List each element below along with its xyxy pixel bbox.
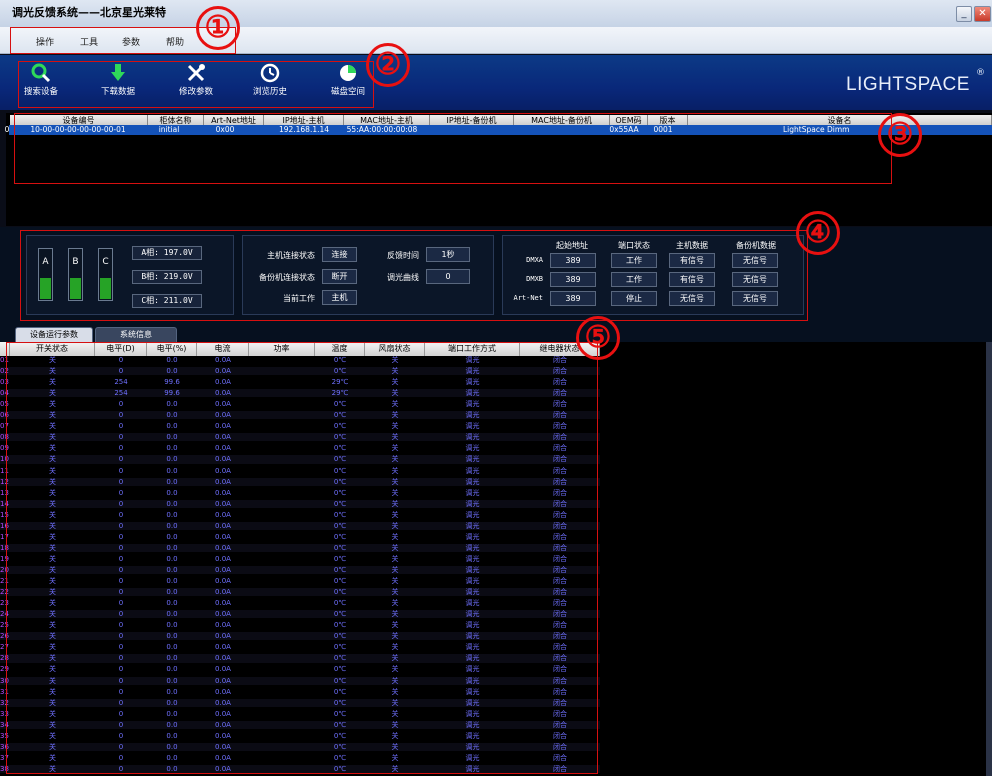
registered-mark: ® [976,68,985,78]
annotation-marker-5: ⑤ [576,316,620,360]
annotation-marker-3: ③ [878,113,922,157]
tab-system-info[interactable]: 系统信息 [95,327,177,342]
annotation-marker-4: ④ [796,211,840,255]
close-button[interactable]: ✕ [974,6,991,22]
tab-run-params[interactable]: 设备运行参数 [15,327,93,342]
annotation-box-5 [6,342,598,774]
title-bar: 调光反馈系统——北京星光莱特 _ ✕ [0,0,992,27]
annotation-box-2 [18,61,374,108]
annotation-box-4 [20,230,808,321]
annotation-marker-1: ① [196,6,240,50]
brand-logo: LIGHTSPACE [846,74,970,95]
annotation-box-3 [14,113,892,184]
tab-bar: 设备运行参数 系统信息 [0,324,992,342]
annotation-marker-2: ② [366,43,410,87]
vertical-scrollbar[interactable] [986,342,992,776]
minimize-button[interactable]: _ [956,6,972,22]
window-title: 调光反馈系统——北京星光莱特 [12,6,166,19]
